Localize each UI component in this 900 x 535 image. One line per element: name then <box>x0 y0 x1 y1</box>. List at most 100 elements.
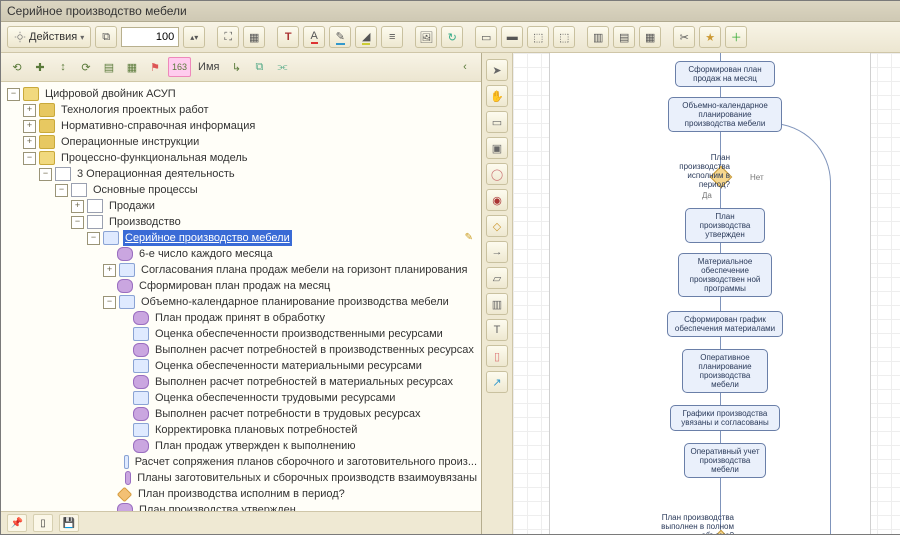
palette-hand[interactable]: ✋ <box>486 85 508 107</box>
ungroup-button[interactable]: ⬚ <box>553 26 575 48</box>
layer-front-button[interactable]: ▬ <box>501 26 523 48</box>
tree-view1-button[interactable]: ▤ <box>99 57 119 77</box>
tree-item[interactable]: План продаж утвержден к выполнению <box>5 438 479 454</box>
tree-item[interactable]: Оценка обеспеченности материальными ресу… <box>5 358 479 374</box>
palette-task[interactable]: ▭ <box>486 111 508 133</box>
tree-item[interactable]: +Нормативно-справочная информация <box>5 118 479 134</box>
align-button-1[interactable]: ▥ <box>587 26 609 48</box>
tree-btn-a[interactable]: ↳ <box>226 57 246 77</box>
fit-button[interactable]: ⛶ <box>217 26 239 48</box>
diagram-node[interactable]: Объемно-календарное планирование произво… <box>668 97 782 132</box>
tree-item[interactable]: +Согласования плана продаж мебели на гор… <box>5 262 479 278</box>
text-tool-button[interactable]: T <box>277 26 299 48</box>
diagram-node[interactable]: Сформирован план продаж на месяц <box>675 61 775 87</box>
palette-subprocess[interactable]: ▣ <box>486 137 508 159</box>
copy-button[interactable]: ⧉ <box>95 26 117 48</box>
palette-link[interactable]: ↗ <box>486 371 508 393</box>
expander-icon[interactable]: + <box>23 136 36 149</box>
palette-flow[interactable]: → <box>486 241 508 263</box>
process-tree[interactable]: −Цифровой двойник АСУП +Технология проек… <box>1 82 481 511</box>
tree-item[interactable]: Сформирован план продаж на месяц <box>5 278 479 294</box>
expander-icon[interactable]: − <box>103 296 116 309</box>
tree-item[interactable]: План производства утвержден <box>5 502 479 511</box>
tree-item[interactable]: План продаж принят в обработку <box>5 310 479 326</box>
tree-item[interactable]: Выполнен расчет потребностей в производс… <box>5 342 479 358</box>
palette-pointer[interactable]: ➤ <box>486 59 508 81</box>
refresh-button[interactable]: ↻ <box>441 26 463 48</box>
tree-item[interactable]: −3 Операционная деятельность <box>5 166 479 182</box>
tree-item[interactable]: −Производство <box>5 214 479 230</box>
tools-button[interactable]: ✂ <box>673 26 695 48</box>
palette-end-event[interactable]: ◉ <box>486 189 508 211</box>
layer-back-button[interactable]: ▭ <box>475 26 497 48</box>
expander-icon[interactable]: + <box>71 200 84 213</box>
footer-pin-button[interactable]: 📌 <box>7 514 27 532</box>
tree-view2-button[interactable]: ▦ <box>122 57 142 77</box>
palette-gateway[interactable]: ◇ <box>486 215 508 237</box>
add-button[interactable]: ＋ <box>725 26 747 48</box>
tree-item[interactable]: +Продажи <box>5 198 479 214</box>
palette-event[interactable]: ◯ <box>486 163 508 185</box>
tree-refresh-button[interactable]: ⟲ <box>7 57 27 77</box>
expander-icon[interactable]: − <box>55 184 68 197</box>
tree-item[interactable]: −Процессно-функциональная модель <box>5 150 479 166</box>
tree-item[interactable]: Оценка обеспеченности производственными … <box>5 326 479 342</box>
grid-button[interactable]: ▦ <box>243 26 265 48</box>
tree-root[interactable]: −Цифровой двойник АСУП <box>5 86 479 102</box>
tree-item[interactable]: Планы заготовительных и сборочных произв… <box>5 470 479 486</box>
footer-save-button[interactable]: 💾 <box>59 514 79 532</box>
tree-item[interactable]: −Основные процессы <box>5 182 479 198</box>
font-color-button[interactable]: A <box>303 26 325 48</box>
palette-text[interactable]: T <box>486 319 508 341</box>
diagram-node[interactable]: План производства утвержден <box>685 208 765 243</box>
expander-icon[interactable]: + <box>103 264 116 277</box>
expander-icon[interactable]: + <box>23 104 36 117</box>
tree-add-button[interactable]: ✚ <box>30 57 50 77</box>
diagram-node[interactable]: Графики производства увязаны и согласова… <box>670 405 780 431</box>
tree-item[interactable]: Выполнен расчет потребностей в материаль… <box>5 374 479 390</box>
tree-btn-b[interactable]: ⧉ <box>249 57 269 77</box>
tree-item-selected[interactable]: −Серийное производство мебели✎ <box>5 230 479 246</box>
tree-item[interactable]: +Операционные инструкции <box>5 134 479 150</box>
tree-id-button[interactable]: 163 <box>168 57 191 77</box>
tree-item[interactable]: 6-е число каждого месяца <box>5 246 479 262</box>
tree-mark-button[interactable]: ⚑ <box>145 57 165 77</box>
diagram-node[interactable]: Оперативный учет производства мебели <box>684 443 766 478</box>
tree-item[interactable]: Оценка обеспеченности трудовыми ресурсам… <box>5 390 479 406</box>
align-button-3[interactable]: ▦ <box>639 26 661 48</box>
actions-dropdown[interactable]: Действия ▾ <box>7 26 91 48</box>
tree-item[interactable]: План производства исполним в период? <box>5 486 479 502</box>
line-color-button[interactable]: ✎ <box>329 26 351 48</box>
diagram-node[interactable]: Сформирован график обеспечения материала… <box>667 311 783 337</box>
expander-icon[interactable]: − <box>87 232 100 245</box>
group-button[interactable]: ⬚ <box>527 26 549 48</box>
tree-sync-button[interactable]: ⟳ <box>76 57 96 77</box>
footer-doc-button[interactable]: ▯ <box>33 514 53 532</box>
tree-up-button[interactable]: ↕ <box>53 57 73 77</box>
fill-color-button[interactable]: ◢ <box>355 26 377 48</box>
diagram-node[interactable]: Оперативное планирование производства ме… <box>682 349 768 393</box>
zoom-input[interactable] <box>121 27 179 47</box>
expander-icon[interactable]: − <box>23 152 36 165</box>
expander-icon[interactable]: + <box>23 120 36 133</box>
diagram-canvas[interactable]: Сформирован план продаж на месяц Объемно… <box>513 53 900 534</box>
palette-data[interactable]: ▱ <box>486 267 508 289</box>
zoom-stepper[interactable]: ▴▾ <box>183 26 205 48</box>
tree-item[interactable]: +Технология проектных работ <box>5 102 479 118</box>
palette-note[interactable]: ▯ <box>486 345 508 367</box>
tree-item[interactable]: −Объемно-календарное планирование произв… <box>5 294 479 310</box>
expander-icon[interactable]: − <box>7 88 20 101</box>
diagram-node[interactable]: Материальное обеспечение производствен н… <box>678 253 772 297</box>
expander-icon[interactable]: − <box>71 216 84 229</box>
tree-item[interactable]: Расчет сопряжения планов сборочного и за… <box>5 454 479 470</box>
bookmark-button[interactable]: ★ <box>699 26 721 48</box>
image-button[interactable]: 🖼 <box>415 26 437 48</box>
edit-pencil-icon[interactable]: ✎ <box>465 230 473 246</box>
expander-icon[interactable]: − <box>39 168 52 181</box>
tree-item[interactable]: Корректировка плановых потребностей <box>5 422 479 438</box>
line-style-button[interactable]: ≡ <box>381 26 403 48</box>
tree-collapse-button[interactable]: ‹ <box>455 57 475 77</box>
align-button-2[interactable]: ▤ <box>613 26 635 48</box>
tree-item[interactable]: Выполнен расчет потребности в трудовых р… <box>5 406 479 422</box>
palette-pool[interactable]: ▥ <box>486 293 508 315</box>
